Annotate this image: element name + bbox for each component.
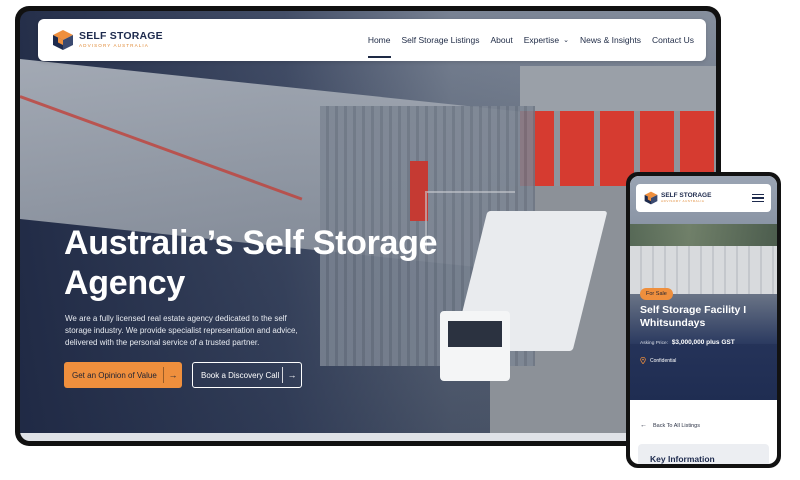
page-below-fold xyxy=(20,433,716,441)
book-discovery-call-button[interactable]: Book a Discovery Call → xyxy=(192,362,302,388)
back-to-listings-link[interactable]: ← Back To All Listings xyxy=(640,422,700,429)
main-nav: Home Self Storage Listings About Experti… xyxy=(367,35,694,58)
logo-title: SELF STORAGE xyxy=(79,30,163,43)
key-information-card[interactable]: Key Information xyxy=(638,444,769,464)
arrow-left-icon: ← xyxy=(640,422,647,429)
location-text: Confidential xyxy=(650,357,677,364)
key-information-heading: Key Information xyxy=(650,454,715,464)
mobile-screen: SELF STORAGE ADVISORY AUSTRALIA For Sale… xyxy=(630,176,777,464)
nav-expertise[interactable]: Expertise ⌄ xyxy=(524,35,569,45)
nav-self-storage-listings[interactable]: Self Storage Listings xyxy=(402,35,480,45)
listing-location: Confidential xyxy=(640,357,676,364)
hero-description: We are a fully licensed real estate agen… xyxy=(65,314,298,347)
nav-home[interactable]: Home xyxy=(367,35,391,58)
nav-news-insights[interactable]: News & Insights xyxy=(580,35,641,45)
arrow-right-icon: → xyxy=(287,370,297,380)
nav-about[interactable]: About xyxy=(490,35,512,45)
logo-cube-icon[interactable] xyxy=(644,191,658,205)
for-sale-badge: For Sale xyxy=(640,288,673,300)
arrow-right-icon: → xyxy=(168,370,178,380)
chevron-down-icon: ⌄ xyxy=(563,37,569,44)
desktop-screen: SELF STORAGE ADVISORY AUSTRALIA Home Sel… xyxy=(20,11,716,441)
site-logo[interactable]: SELF STORAGE ADVISORY AUSTRALIA xyxy=(52,29,163,51)
asking-price: Asking Price: $3,000,000 plus GST xyxy=(640,339,735,346)
hamburger-menu-icon[interactable] xyxy=(752,192,764,204)
nav-contact-us[interactable]: Contact Us xyxy=(652,35,694,45)
map-pin-icon xyxy=(640,357,646,364)
site-header: SELF STORAGE ADVISORY AUSTRALIA Home Sel… xyxy=(38,19,706,61)
asking-price-value: $3,000,000 plus GST xyxy=(671,339,735,346)
mobile-header: SELF STORAGE ADVISORY AUSTRALIA xyxy=(636,184,771,212)
asking-price-label: Asking Price: xyxy=(640,341,668,346)
mobile-device-frame: SELF STORAGE ADVISORY AUSTRALIA For Sale… xyxy=(626,172,781,468)
logo-cube-icon xyxy=(52,29,74,51)
listing-title: Self Storage Facility I Whitsundays xyxy=(640,304,747,329)
mobile-logo[interactable]: SELF STORAGE ADVISORY AUSTRALIA xyxy=(661,192,711,204)
hero-title: Australia’s Self Storage Agency xyxy=(64,224,438,302)
logo-subtitle: ADVISORY AUSTRALIA xyxy=(79,42,149,48)
desktop-device-frame: SELF STORAGE ADVISORY AUSTRALIA Home Sel… xyxy=(15,6,721,446)
get-opinion-of-value-button[interactable]: Get an Opinion of Value → xyxy=(64,362,182,388)
